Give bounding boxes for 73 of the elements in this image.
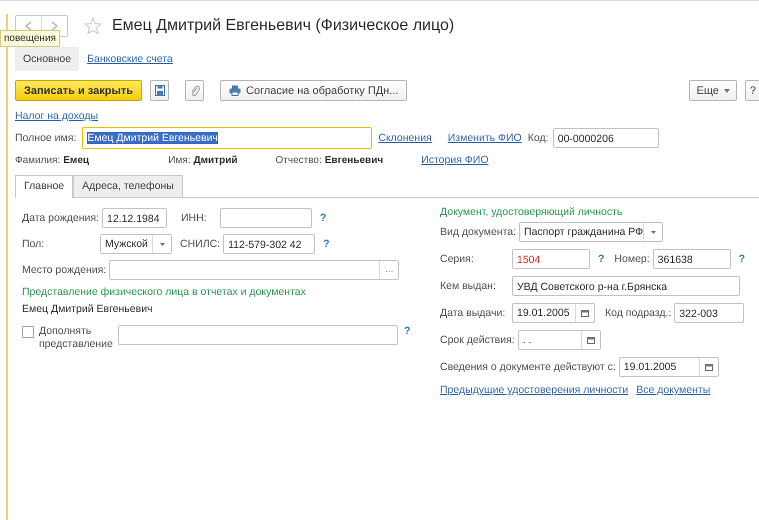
field-label: Полное имя: [15,132,78,144]
field-label: Кем выдан: [440,280,497,292]
field-label: Серия: [440,253,475,265]
field-value: Емец [63,154,90,166]
link[interactable]: Изменить ФИО [448,132,522,144]
field-label: ИНН: [181,212,208,224]
input-field[interactable]: 322-003 [674,303,744,323]
attach-button[interactable] [185,80,204,101]
field-label: Сведения о документе действуют с: [440,361,617,373]
help-icon[interactable]: ? [320,212,326,224]
section-heading: Представление физического лица в отчетах и документах [22,286,307,298]
section-heading: Документ, удостоверяющий личность [440,206,624,218]
calendar-icon [586,336,595,344]
save-and-close-button[interactable]: Записать и закрыть [15,80,142,101]
link[interactable]: Налог на доходы [15,110,98,122]
date-field[interactable]: . . [518,330,601,350]
more-button[interactable]: Еще [689,80,737,101]
help-icon[interactable]: ? [404,325,410,337]
field-label: Срок действия: [440,334,516,346]
field-value: Евгеньевич [324,154,384,166]
paperclip-icon [190,84,200,96]
input-field[interactable]: 1504 [512,249,590,269]
link[interactable]: История ФИО [421,154,488,166]
field-label: Имя: [168,154,192,166]
tab[interactable]: Главное [15,175,74,198]
tooltip: повещения [0,30,60,47]
caret-icon [650,230,656,234]
tab[interactable]: Основное [15,47,80,71]
tab[interactable]: Банковские счета [79,47,181,71]
input-field[interactable]: 12.12.1984 [102,208,167,228]
field-value: Дмитрий [194,154,238,166]
dropdown[interactable]: Паспорт гражданина РФ [519,222,664,242]
tab[interactable]: Адреса, телефоны [73,175,183,197]
field-label: Отчество: [276,154,323,166]
link[interactable]: Склонения [378,132,432,144]
help-icon[interactable]: ? [323,238,330,250]
input-field[interactable] [220,208,312,228]
field-label: СНИЛС: [180,238,222,250]
field-label: Фамилия: [15,154,62,166]
code-field[interactable]: 00-0000206 [552,128,659,148]
calendar-icon [581,309,589,317]
save-button[interactable] [150,80,170,101]
field-label: Номер: [614,253,651,265]
window-title: Емец Дмитрий Евгеньевич (Физическое лицо) [112,17,454,35]
caret-icon [160,242,164,246]
input-field[interactable] [118,325,398,345]
floppy-icon [154,85,165,96]
help-icon[interactable]: ? [598,253,604,265]
checkbox[interactable]: Дополнять представление [22,325,118,351]
field-label: Дата рождения: [22,212,100,224]
dropdown[interactable]: Мужской [100,234,172,254]
field-label: Пол: [22,238,46,250]
link[interactable]: Все документы [636,384,710,396]
caret-icon [724,88,730,92]
star-icon[interactable] [84,17,102,35]
date-field[interactable]: 19.01.2005 [512,303,595,323]
field-label: Код: [528,132,550,144]
field-label: Код подразд.: [605,307,672,319]
link[interactable]: Предыдущие удостоверения личности [440,384,628,396]
field-label: Вид документа: [440,226,518,238]
input-field[interactable]: 112-579-302 42 [223,234,316,254]
help-button[interactable]: ? [744,80,759,101]
presentation-text: Емец Дмитрий Евгеньевич [22,303,154,315]
input-field[interactable]: 361638 [652,249,731,269]
help-icon[interactable]: ? [738,253,746,265]
calendar-icon [704,363,713,371]
print-button[interactable]: Согласие на обработку ПДн... [220,80,408,101]
input-field[interactable]: УВД Советского р-на г.Брянска [512,276,740,296]
printer-icon [229,85,242,96]
date-field[interactable]: 19.01.2005 [618,357,719,377]
field-label: Дата выдачи: [440,307,506,319]
full-name-field[interactable]: Емец Дмитрий Евгеньевич [82,127,372,149]
field-label: Место рождения: [22,264,108,276]
